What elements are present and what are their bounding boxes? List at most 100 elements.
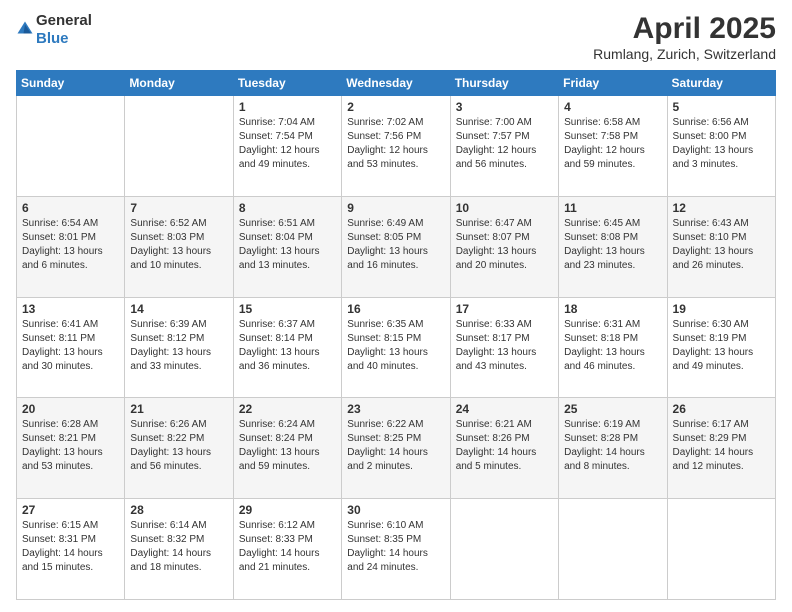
day-number: 30 [347, 503, 444, 517]
logo: General Blue [16, 12, 92, 48]
day-number: 21 [130, 402, 227, 416]
table-cell: 11 Sunrise: 6:45 AM Sunset: 8:08 PM Dayli… [559, 196, 667, 297]
week-row-1: 1 Sunrise: 7:04 AM Sunset: 7:54 PM Daylig… [17, 96, 776, 197]
day-number: 11 [564, 201, 661, 215]
table-cell: 13Sunrise: 6:41 AM Sunset: 8:11 PM Dayli… [17, 297, 125, 398]
day-info: Sunrise: 7:00 AM Sunset: 7:57 PM Dayligh… [456, 116, 553, 172]
day-info: Sunrise: 6:41 AM Sunset: 8:11 PM Dayligh… [22, 318, 119, 374]
day-info: Sunrise: 6:10 AM Sunset: 8:35 PM Dayligh… [347, 519, 444, 575]
day-info: Sunrise: 6:22 AM Sunset: 8:25 PM Dayligh… [347, 418, 444, 474]
table-cell: 30 Sunrise: 6:10 AM Sunset: 8:35 PM Dayli… [342, 499, 450, 600]
day-info: Sunrise: 6:54 AM Sunset: 8:01 PM Dayligh… [22, 217, 119, 273]
day-info: Sunrise: 6:45 AM Sunset: 8:08 PM Dayligh… [564, 217, 661, 273]
day-number: 10 [456, 201, 553, 215]
table-cell: 20 Sunrise: 6:28 AM Sunset: 8:21 PM Dayli… [17, 398, 125, 499]
day-info: Sunrise: 6:56 AM Sunset: 8:00 PM Dayligh… [673, 116, 770, 172]
day-info: Sunrise: 6:35 AM Sunset: 8:15 PM Dayligh… [347, 318, 444, 374]
day-info: Sunrise: 6:51 AM Sunset: 8:04 PM Dayligh… [239, 217, 336, 273]
table-cell: 28Sunrise: 6:14 AM Sunset: 8:32 PM Dayli… [125, 499, 233, 600]
day-number: 9 [347, 201, 444, 215]
table-cell [559, 499, 667, 600]
day-number: 24 [456, 402, 553, 416]
table-cell: 17 Sunrise: 6:33 AM Sunset: 8:17 PM Dayli… [450, 297, 558, 398]
day-info: Sunrise: 6:15 AM Sunset: 8:31 PM Dayligh… [22, 519, 119, 575]
table-cell: 6 Sunrise: 6:54 AM Sunset: 8:01 PM Daylig… [17, 196, 125, 297]
table-cell: 10 Sunrise: 6:47 AM Sunset: 8:07 PM Dayli… [450, 196, 558, 297]
calendar-title: April 2025 [593, 12, 776, 46]
col-tuesday: Tuesday [233, 71, 341, 96]
day-info: Sunrise: 6:21 AM Sunset: 8:26 PM Dayligh… [456, 418, 553, 474]
header: General Blue April 2025 Rumlang, Zurich,… [16, 12, 776, 62]
page: General Blue April 2025 Rumlang, Zurich,… [0, 0, 792, 612]
day-info: Sunrise: 6:24 AM Sunset: 8:24 PM Dayligh… [239, 418, 336, 474]
table-cell: 27Sunrise: 6:15 AM Sunset: 8:31 PM Dayli… [17, 499, 125, 600]
day-number: 17 [456, 302, 553, 316]
col-thursday: Thursday [450, 71, 558, 96]
day-number: 7 [130, 201, 227, 215]
table-cell: 8Sunrise: 6:51 AM Sunset: 8:04 PM Daylig… [233, 196, 341, 297]
day-info: Sunrise: 6:52 AM Sunset: 8:03 PM Dayligh… [130, 217, 227, 273]
day-number: 5 [673, 100, 770, 114]
day-number: 28 [130, 503, 227, 517]
table-cell: 9 Sunrise: 6:49 AM Sunset: 8:05 PM Daylig… [342, 196, 450, 297]
table-cell [450, 499, 558, 600]
table-cell: 24 Sunrise: 6:21 AM Sunset: 8:26 PM Dayli… [450, 398, 558, 499]
day-number: 6 [22, 201, 119, 215]
day-number: 25 [564, 402, 661, 416]
day-info: Sunrise: 6:28 AM Sunset: 8:21 PM Dayligh… [22, 418, 119, 474]
col-saturday: Saturday [667, 71, 775, 96]
day-number: 15 [239, 302, 336, 316]
col-sunday: Sunday [17, 71, 125, 96]
col-wednesday: Wednesday [342, 71, 450, 96]
day-number: 23 [347, 402, 444, 416]
table-cell: 4Sunrise: 6:58 AM Sunset: 7:58 PM Daylig… [559, 96, 667, 197]
table-cell: 1 Sunrise: 7:04 AM Sunset: 7:54 PM Daylig… [233, 96, 341, 197]
logo-general: General [36, 12, 92, 29]
header-row: Sunday Monday Tuesday Wednesday Thursday… [17, 71, 776, 96]
table-cell: 21 Sunrise: 6:26 AM Sunset: 8:22 PM Dayli… [125, 398, 233, 499]
day-info: Sunrise: 6:12 AM Sunset: 8:33 PM Dayligh… [239, 519, 336, 575]
week-row-4: 20 Sunrise: 6:28 AM Sunset: 8:21 PM Dayli… [17, 398, 776, 499]
logo-blue: Blue [36, 30, 69, 47]
day-number: 4 [564, 100, 661, 114]
col-monday: Monday [125, 71, 233, 96]
table-cell: 23 Sunrise: 6:22 AM Sunset: 8:25 PM Dayli… [342, 398, 450, 499]
day-number: 16 [347, 302, 444, 316]
day-info: Sunrise: 6:31 AM Sunset: 8:18 PM Dayligh… [564, 318, 661, 374]
week-row-3: 13Sunrise: 6:41 AM Sunset: 8:11 PM Dayli… [17, 297, 776, 398]
table-cell: 7 Sunrise: 6:52 AM Sunset: 8:03 PM Daylig… [125, 196, 233, 297]
table-cell [667, 499, 775, 600]
table-cell: 25Sunrise: 6:19 AM Sunset: 8:28 PM Dayli… [559, 398, 667, 499]
day-number: 22 [239, 402, 336, 416]
day-number: 14 [130, 302, 227, 316]
day-info: Sunrise: 7:04 AM Sunset: 7:54 PM Dayligh… [239, 116, 336, 172]
week-row-2: 6 Sunrise: 6:54 AM Sunset: 8:01 PM Daylig… [17, 196, 776, 297]
table-cell: 26 Sunrise: 6:17 AM Sunset: 8:29 PM Dayli… [667, 398, 775, 499]
day-number: 20 [22, 402, 119, 416]
table-cell: 3Sunrise: 7:00 AM Sunset: 7:57 PM Daylig… [450, 96, 558, 197]
day-number: 12 [673, 201, 770, 215]
calendar-subtitle: Rumlang, Zurich, Switzerland [593, 46, 776, 62]
day-number: 18 [564, 302, 661, 316]
day-info: Sunrise: 6:17 AM Sunset: 8:29 PM Dayligh… [673, 418, 770, 474]
table-cell: 19Sunrise: 6:30 AM Sunset: 8:19 PM Dayli… [667, 297, 775, 398]
table-cell: 16 Sunrise: 6:35 AM Sunset: 8:15 PM Dayli… [342, 297, 450, 398]
table-cell: 12Sunrise: 6:43 AM Sunset: 8:10 PM Dayli… [667, 196, 775, 297]
table-cell: 2 Sunrise: 7:02 AM Sunset: 7:56 PM Daylig… [342, 96, 450, 197]
table-cell: 18 Sunrise: 6:31 AM Sunset: 8:18 PM Dayli… [559, 297, 667, 398]
calendar-table: Sunday Monday Tuesday Wednesday Thursday… [16, 70, 776, 600]
logo-icon [16, 20, 34, 38]
day-info: Sunrise: 6:33 AM Sunset: 8:17 PM Dayligh… [456, 318, 553, 374]
day-number: 1 [239, 100, 336, 114]
day-number: 26 [673, 402, 770, 416]
table-cell: 15 Sunrise: 6:37 AM Sunset: 8:14 PM Dayli… [233, 297, 341, 398]
day-info: Sunrise: 6:26 AM Sunset: 8:22 PM Dayligh… [130, 418, 227, 474]
day-info: Sunrise: 7:02 AM Sunset: 7:56 PM Dayligh… [347, 116, 444, 172]
day-info: Sunrise: 6:37 AM Sunset: 8:14 PM Dayligh… [239, 318, 336, 374]
day-number: 2 [347, 100, 444, 114]
table-cell: 29Sunrise: 6:12 AM Sunset: 8:33 PM Dayli… [233, 499, 341, 600]
day-info: Sunrise: 6:49 AM Sunset: 8:05 PM Dayligh… [347, 217, 444, 273]
table-cell [17, 96, 125, 197]
table-cell: 22 Sunrise: 6:24 AM Sunset: 8:24 PM Dayli… [233, 398, 341, 499]
day-info: Sunrise: 6:47 AM Sunset: 8:07 PM Dayligh… [456, 217, 553, 273]
